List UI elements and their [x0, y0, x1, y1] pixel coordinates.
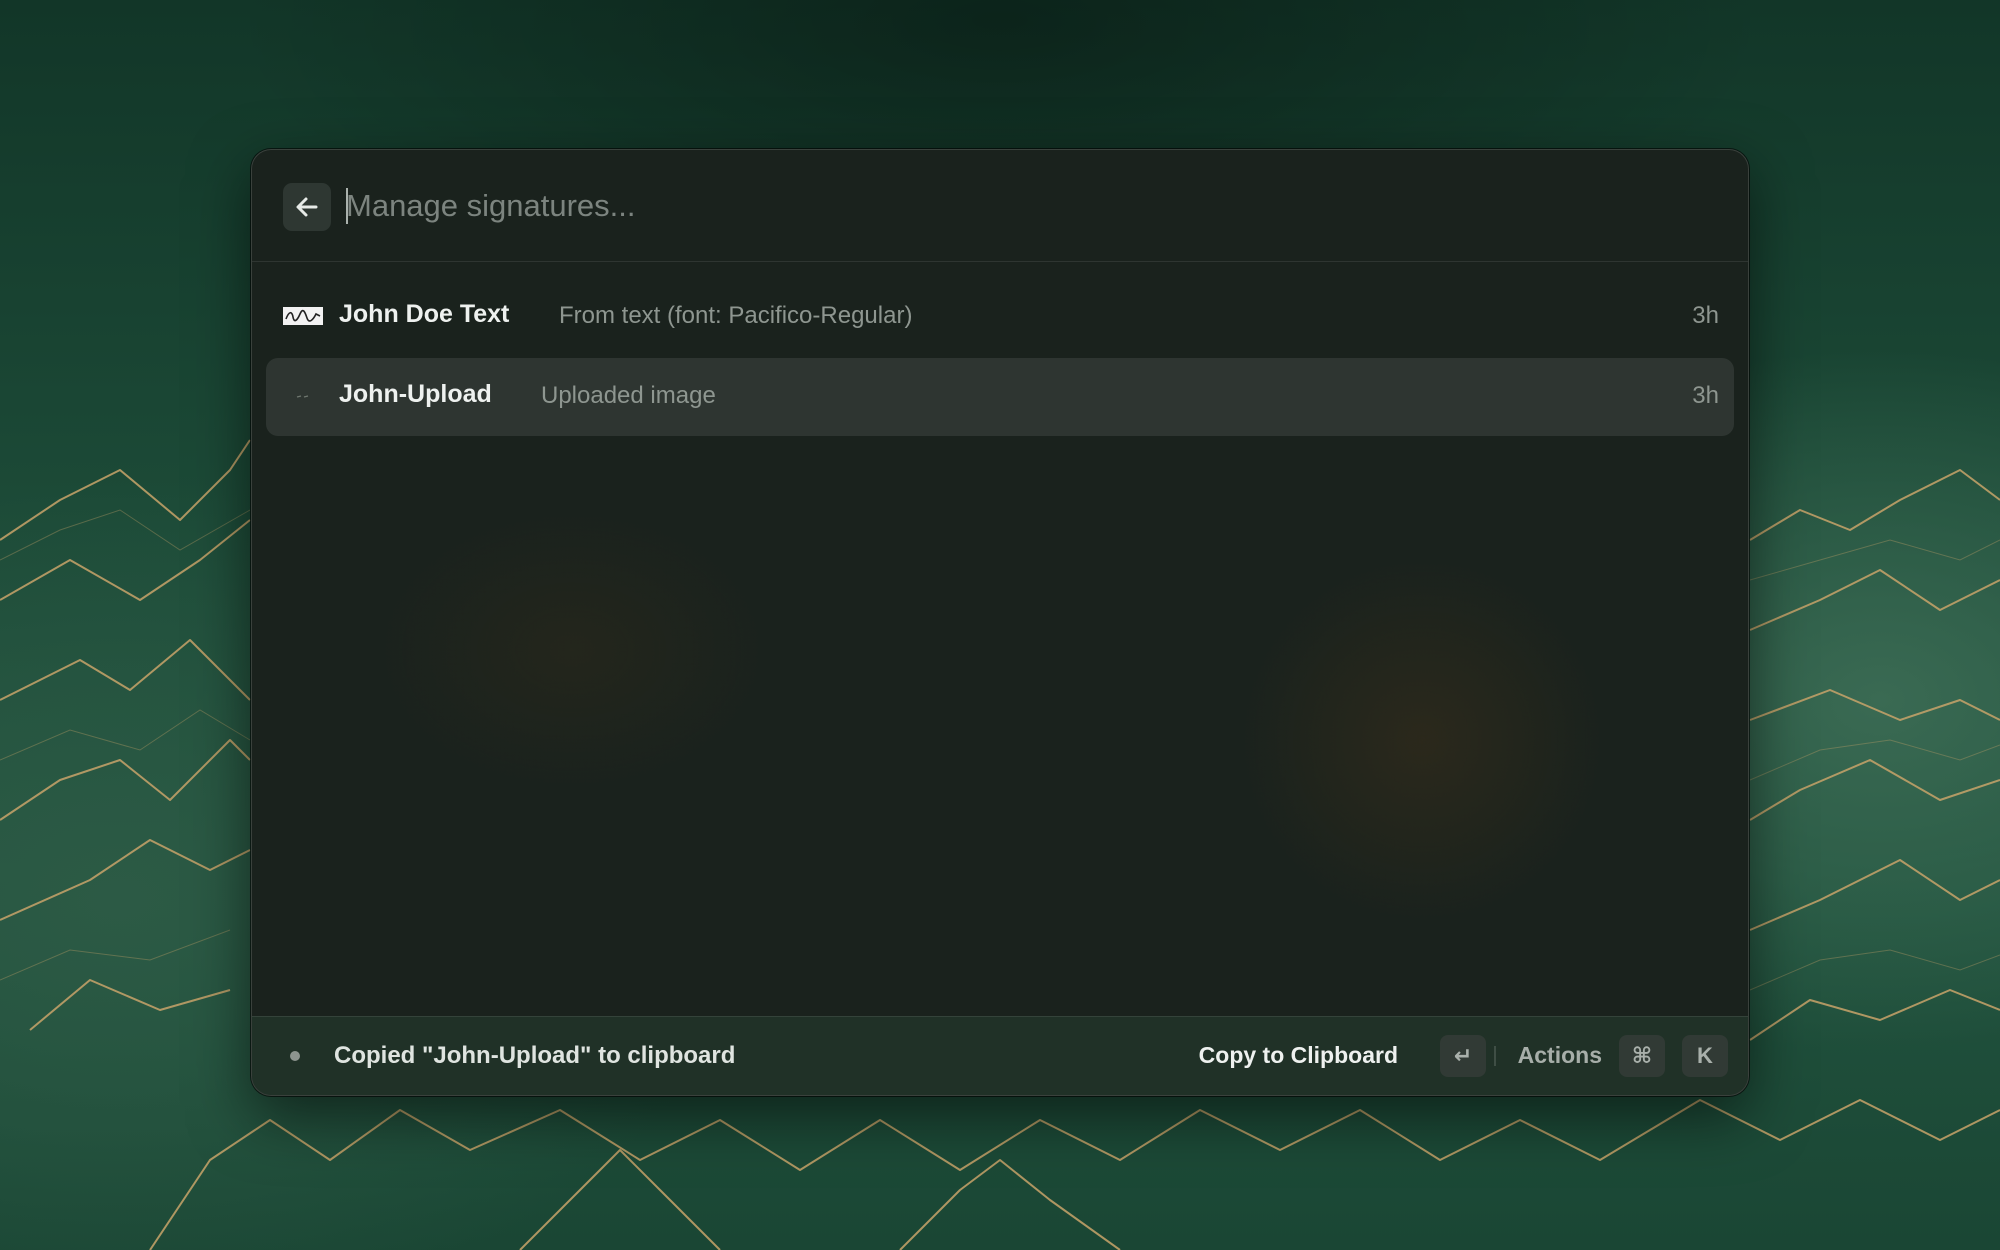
k-key-icon: K — [1682, 1035, 1728, 1077]
search-bar — [252, 150, 1748, 262]
back-button[interactable] — [283, 183, 331, 231]
signature-list: John Doe Text From text (font: Pacifico-… — [266, 278, 1734, 438]
copy-to-clipboard-button[interactable]: Copy to Clipboard — [1199, 1042, 1398, 1069]
actions-button[interactable]: Actions — [1518, 1042, 1602, 1069]
enter-key-icon: ↵ — [1440, 1035, 1486, 1077]
list-item-subtitle: From text (font: Pacifico-Regular) — [559, 302, 913, 329]
command-key-icon: ⌘ — [1619, 1035, 1665, 1077]
toast-message: Copied "John-Upload" to clipboard — [334, 1042, 736, 1069]
list-item-title: John Doe Text — [339, 300, 510, 328]
list-item[interactable]: John Doe Text From text (font: Pacifico-… — [266, 278, 1734, 356]
list-item-title: John-Upload — [339, 380, 492, 408]
list-item-subtitle: Uploaded image — [541, 382, 716, 409]
text-caret — [346, 188, 348, 224]
list-item-selected[interactable]: John-Upload Uploaded image 3h — [266, 358, 1734, 436]
list-item-accessory: 3h — [1692, 382, 1719, 409]
list-item-accessory: 3h — [1692, 302, 1719, 329]
signature-manager-window: John Doe Text From text (font: Pacifico-… — [251, 149, 1749, 1096]
arrow-left-icon — [296, 197, 318, 217]
search-input[interactable] — [346, 178, 1646, 234]
signature-image-icon — [296, 395, 309, 398]
signature-thumbnail-icon — [283, 307, 323, 325]
action-footer: Copied "John-Upload" to clipboard Copy t… — [252, 1016, 1748, 1095]
toast-status-icon — [290, 1051, 300, 1061]
